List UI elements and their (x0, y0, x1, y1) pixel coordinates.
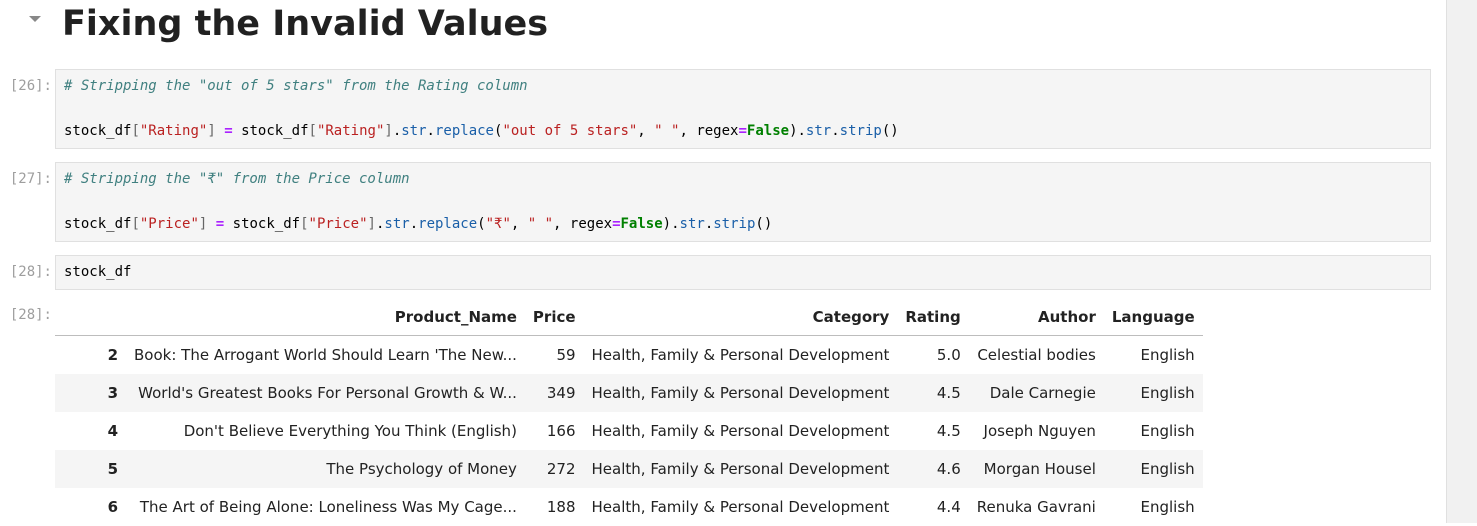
code-token: str (679, 216, 705, 232)
code-token: stock_df (64, 216, 132, 232)
code-token: "Price" (308, 216, 368, 232)
cell-category: Health, Family & Personal Development (591, 345, 890, 364)
cell-language: English (1140, 383, 1195, 402)
code-token: "Rating" (316, 123, 385, 139)
cell-prompt: [27]: (9, 171, 52, 187)
code-token: replace (434, 123, 494, 139)
cell-category: Health, Family & Personal Development (591, 383, 890, 402)
cell-price: 59 (556, 345, 576, 364)
table-row: 4 Don't Believe Everything You Think (En… (55, 412, 1203, 450)
cell-language: English (1140, 459, 1195, 478)
code-token: strip (713, 216, 756, 232)
code-token: "Price" (139, 216, 199, 232)
code-token: regex (569, 216, 613, 232)
row-index: 3 (107, 383, 118, 402)
table-row: 2 Book: The Arrogant World Should Learn … (55, 336, 1203, 374)
cell-category: Health, Family & Personal Development (591, 497, 890, 516)
cell-author: Dale Carnegie (989, 383, 1096, 402)
column-header-language: Language (1103, 299, 1203, 336)
code-token: stock_df (241, 123, 309, 139)
cell-author: Renuka Gavrani (976, 497, 1096, 516)
column-header-rating: Rating (897, 299, 969, 336)
cell-category: Health, Family & Personal Development (591, 459, 890, 478)
cell-rating: 5.0 (936, 345, 961, 364)
cell-category: Health, Family & Personal Development (591, 421, 890, 440)
cell-rating: 4.6 (936, 459, 961, 478)
code-token: = (224, 123, 233, 139)
code-token: replace (418, 216, 478, 232)
cell-price: 349 (546, 383, 576, 402)
code-token: False (746, 123, 790, 139)
cell-price: 272 (546, 459, 576, 478)
cell-product-name: Book: The Arrogant World Should Learn 'T… (134, 345, 517, 364)
row-index: 6 (107, 497, 118, 516)
row-index: 4 (107, 421, 118, 440)
code-comment: # Stripping the "out of 5 stars" from th… (64, 78, 528, 94)
code-token: = (738, 123, 747, 139)
code-token: "₹" (485, 216, 511, 232)
code-token: "Rating" (139, 123, 208, 139)
row-index: 2 (107, 345, 118, 364)
markdown-heading-cell[interactable]: Fixing the Invalid Values (0, 0, 1440, 52)
code-cell[interactable]: stock_df (55, 255, 1431, 290)
collapse-caret-icon[interactable] (29, 16, 41, 22)
cell-rating: 4.4 (936, 497, 961, 516)
section-heading: Fixing the Invalid Values (62, 4, 549, 44)
cell-price: 188 (546, 497, 576, 516)
column-header-category: Category (583, 299, 898, 336)
table-row: 5 The Psychology of Money 272 Health, Fa… (55, 449, 1203, 488)
cell-rating: 4.5 (936, 383, 961, 402)
code-comment: # Stripping the "₹" from the Price colum… (64, 171, 410, 187)
column-header-index (55, 299, 126, 336)
table-row: 6 The Art of Being Alone: Loneliness Was… (55, 488, 1203, 526)
code-cell[interactable]: # Stripping the "₹" from the Price colum… (55, 162, 1431, 242)
code-token: = (612, 216, 621, 232)
code-statement: stock_df["Price"] = stock_df["Price"].st… (64, 216, 773, 232)
cell-language: English (1140, 421, 1195, 440)
cell-language: English (1140, 497, 1195, 516)
cell-author: Morgan Housel (983, 459, 1096, 478)
code-token: stock_df (64, 123, 132, 139)
column-header-product-name: Product_Name (126, 299, 525, 336)
code-token: stock_df (232, 216, 301, 232)
code-token: str (805, 123, 832, 139)
code-statement: stock_df["Rating"] = stock_df["Rating"].… (64, 123, 899, 139)
cell-rating: 4.5 (936, 421, 961, 440)
row-index: 5 (107, 459, 118, 478)
column-header-price: Price (524, 299, 584, 336)
cell-author: Joseph Nguyen (983, 421, 1096, 440)
code-token: str (401, 123, 427, 139)
cell-language: English (1140, 345, 1195, 364)
code-token: regex (696, 123, 739, 139)
table-header-row: Product_Name Price Category Rating Autho… (55, 299, 1203, 336)
code-token: False (620, 216, 663, 232)
output-prompt: [28]: (9, 307, 52, 323)
scrollbar-track[interactable] (1446, 0, 1477, 523)
cell-price: 166 (546, 421, 576, 440)
cell-prompt: [26]: (9, 78, 52, 94)
dataframe-output: Product_Name Price Category Rating Autho… (55, 299, 1203, 526)
cell-product-name: The Psychology of Money (326, 459, 517, 478)
code-cell[interactable]: # Stripping the "out of 5 stars" from th… (55, 69, 1431, 149)
code-token: = (215, 216, 225, 232)
code-token: " " (527, 216, 554, 232)
table-row: 3 World's Greatest Books For Personal Gr… (55, 373, 1203, 412)
code-statement: stock_df (64, 264, 132, 280)
code-token: strip (839, 123, 882, 139)
cell-product-name: The Art of Being Alone: Loneliness Was M… (139, 497, 517, 516)
column-header-author: Author (968, 299, 1104, 336)
cell-prompt: [28]: (9, 264, 52, 280)
code-token: "out of 5 stars" (502, 123, 638, 139)
cell-product-name: Don't Believe Everything You Think (Engl… (183, 421, 517, 440)
cell-product-name: World's Greatest Books For Personal Grow… (138, 383, 517, 402)
cell-author: Celestial bodies (977, 345, 1096, 364)
code-token: " " (654, 123, 680, 139)
code-token: str (384, 216, 410, 232)
